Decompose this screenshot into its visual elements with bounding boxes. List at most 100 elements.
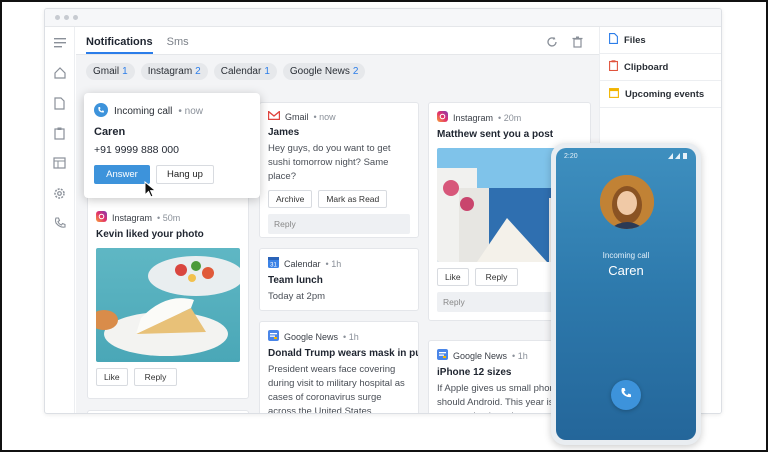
caller-avatar — [600, 175, 654, 229]
chip-count: 1 — [264, 66, 270, 77]
window-dot[interactable] — [73, 15, 78, 20]
notifications-panel: Notifications Sms Gmail 1 Instagram 2 Cale… — [76, 27, 599, 413]
right-item-label: Files — [624, 34, 646, 46]
instagram-icon — [437, 111, 448, 124]
phone-icon — [620, 386, 632, 404]
card-time: 20m — [503, 112, 522, 123]
chip-google-news[interactable]: Google News 2 — [282, 63, 366, 80]
card-body: President wears face covering during vis… — [268, 364, 405, 414]
instagram-icon — [96, 211, 107, 224]
like-button[interactable]: Like — [96, 368, 128, 386]
phone-call-icon — [94, 103, 108, 120]
card-app-name: Google News — [453, 350, 508, 361]
gmail-icon — [267, 110, 281, 122]
card-time: 1h — [517, 350, 528, 361]
filter-chips: Gmail 1 Instagram 2 Calendar 1 Google News 2 — [76, 55, 599, 80]
table-icon[interactable] — [52, 155, 68, 171]
card-body: Today at 2pm — [268, 291, 326, 302]
clipboard-icon — [609, 60, 618, 74]
like-button[interactable]: Like — [437, 268, 469, 286]
window-dot[interactable] — [64, 15, 69, 20]
card-time: now — [319, 111, 336, 122]
notification-card-gmail[interactable]: Gmail • now James Hey guys, do you want t… — [259, 102, 419, 238]
chip-count: 2 — [195, 66, 201, 77]
answer-button[interactable]: Answer — [94, 165, 150, 184]
phone-status-time: 2:20 — [564, 153, 578, 160]
chip-calendar[interactable]: Calendar 1 — [213, 63, 277, 80]
tab-notifications[interactable]: Notifications — [86, 36, 153, 54]
caller-number: +91 9999 888 000 — [94, 144, 179, 156]
right-item-label: Upcoming events — [625, 88, 705, 100]
card-source: Instagram • 50m — [88, 203, 248, 224]
card-time: 1h — [348, 331, 359, 342]
hang-up-button[interactable]: Hang up — [156, 165, 214, 184]
document-icon[interactable] — [52, 95, 68, 111]
chip-label: Instagram — [147, 66, 193, 77]
card-app-name: Instagram — [453, 112, 494, 123]
svg-text:31: 31 — [270, 263, 277, 269]
popup-app-name: Incoming call — [114, 106, 173, 117]
calendar-icon — [609, 87, 619, 101]
window-dot[interactable] — [55, 15, 60, 20]
card-app-name: Instagram — [112, 212, 153, 223]
card-app-name: Calendar — [284, 258, 321, 269]
signal-battery-icon — [668, 153, 688, 161]
calendar-icon: 31 — [268, 257, 279, 270]
right-item-upcoming-events[interactable]: Upcoming events — [600, 81, 721, 108]
right-item-label: Clipboard — [624, 61, 669, 73]
chip-gmail[interactable]: Gmail 1 — [86, 63, 135, 80]
menu-icon[interactable] — [52, 35, 68, 51]
tab-sms[interactable]: Sms — [167, 36, 189, 54]
incoming-call-popup: Incoming call • now Caren +91 9999 888 0… — [84, 93, 260, 198]
mark-as-read-button[interactable]: Mark as Read — [318, 190, 388, 208]
archive-button[interactable]: Archive — [268, 190, 313, 208]
chip-count: 2 — [352, 66, 359, 77]
tab-bar: Notifications Sms — [76, 27, 599, 55]
card-title: Donald Trump wears mask in pu... — [268, 348, 418, 359]
reply-button[interactable]: Reply — [474, 268, 519, 286]
reply-field[interactable]: Reply — [268, 214, 410, 234]
google-news-icon — [437, 349, 448, 362]
chip-label: Gmail — [93, 66, 120, 77]
popup-time: now — [184, 106, 203, 117]
card-source: 31 Calendar • 1h — [260, 249, 418, 270]
popup-header: Incoming call • now — [94, 103, 250, 120]
chip-count: 1 — [122, 66, 128, 77]
refresh-icon[interactable] — [546, 35, 558, 53]
phone-call-caption: Incoming call — [602, 251, 650, 260]
chip-label: Google News — [289, 66, 350, 77]
settings-icon[interactable] — [52, 185, 68, 201]
chip-label: Calendar — [220, 66, 262, 77]
card-title: Team lunch — [268, 275, 323, 286]
card-title: Kevin liked your photo — [96, 229, 204, 240]
chip-instagram[interactable]: Instagram 2 — [140, 63, 208, 80]
card-source: Instagram • 20m — [429, 103, 590, 124]
reply-button[interactable]: Reply — [133, 368, 178, 386]
card-source: Gmail • now — [260, 103, 418, 122]
accept-call-button[interactable] — [611, 380, 641, 410]
card-app-name: Google News — [284, 331, 339, 342]
clipboard-icon[interactable] — [52, 125, 68, 141]
card-body: Hey guys, do you want to get sushi tomor… — [268, 143, 391, 182]
notification-card-google-news[interactable]: Google News • 1h Donald Trump wears mask … — [259, 321, 419, 414]
trash-icon[interactable] — [572, 35, 583, 53]
caller-name: Caren — [94, 126, 126, 138]
file-icon — [609, 33, 618, 47]
notification-card-calendar[interactable]: 31 Calendar • 1h Team lunch Today at 2pm — [259, 248, 419, 311]
right-item-clipboard[interactable]: Clipboard — [600, 54, 721, 81]
card-time: 1h — [331, 258, 342, 269]
home-icon[interactable] — [52, 65, 68, 81]
pie-photo[interactable] — [96, 248, 240, 362]
phone-screen: 2:20 Incoming call Caren — [556, 148, 696, 440]
card-source: Google News • 1h — [260, 322, 418, 343]
card-title: Matthew sent you a post — [437, 129, 554, 140]
title-bar — [45, 9, 721, 27]
google-news-icon — [268, 330, 279, 343]
right-item-files[interactable]: Files — [600, 27, 721, 54]
phone-caller-name: Caren — [608, 263, 644, 278]
notification-card-partial[interactable] — [87, 410, 249, 413]
card-time: 50m — [162, 212, 181, 223]
phone-mockup: 2:20 Incoming call Caren — [551, 143, 701, 445]
card-app-name: Gmail — [285, 111, 309, 122]
phone-icon[interactable] — [52, 215, 68, 231]
